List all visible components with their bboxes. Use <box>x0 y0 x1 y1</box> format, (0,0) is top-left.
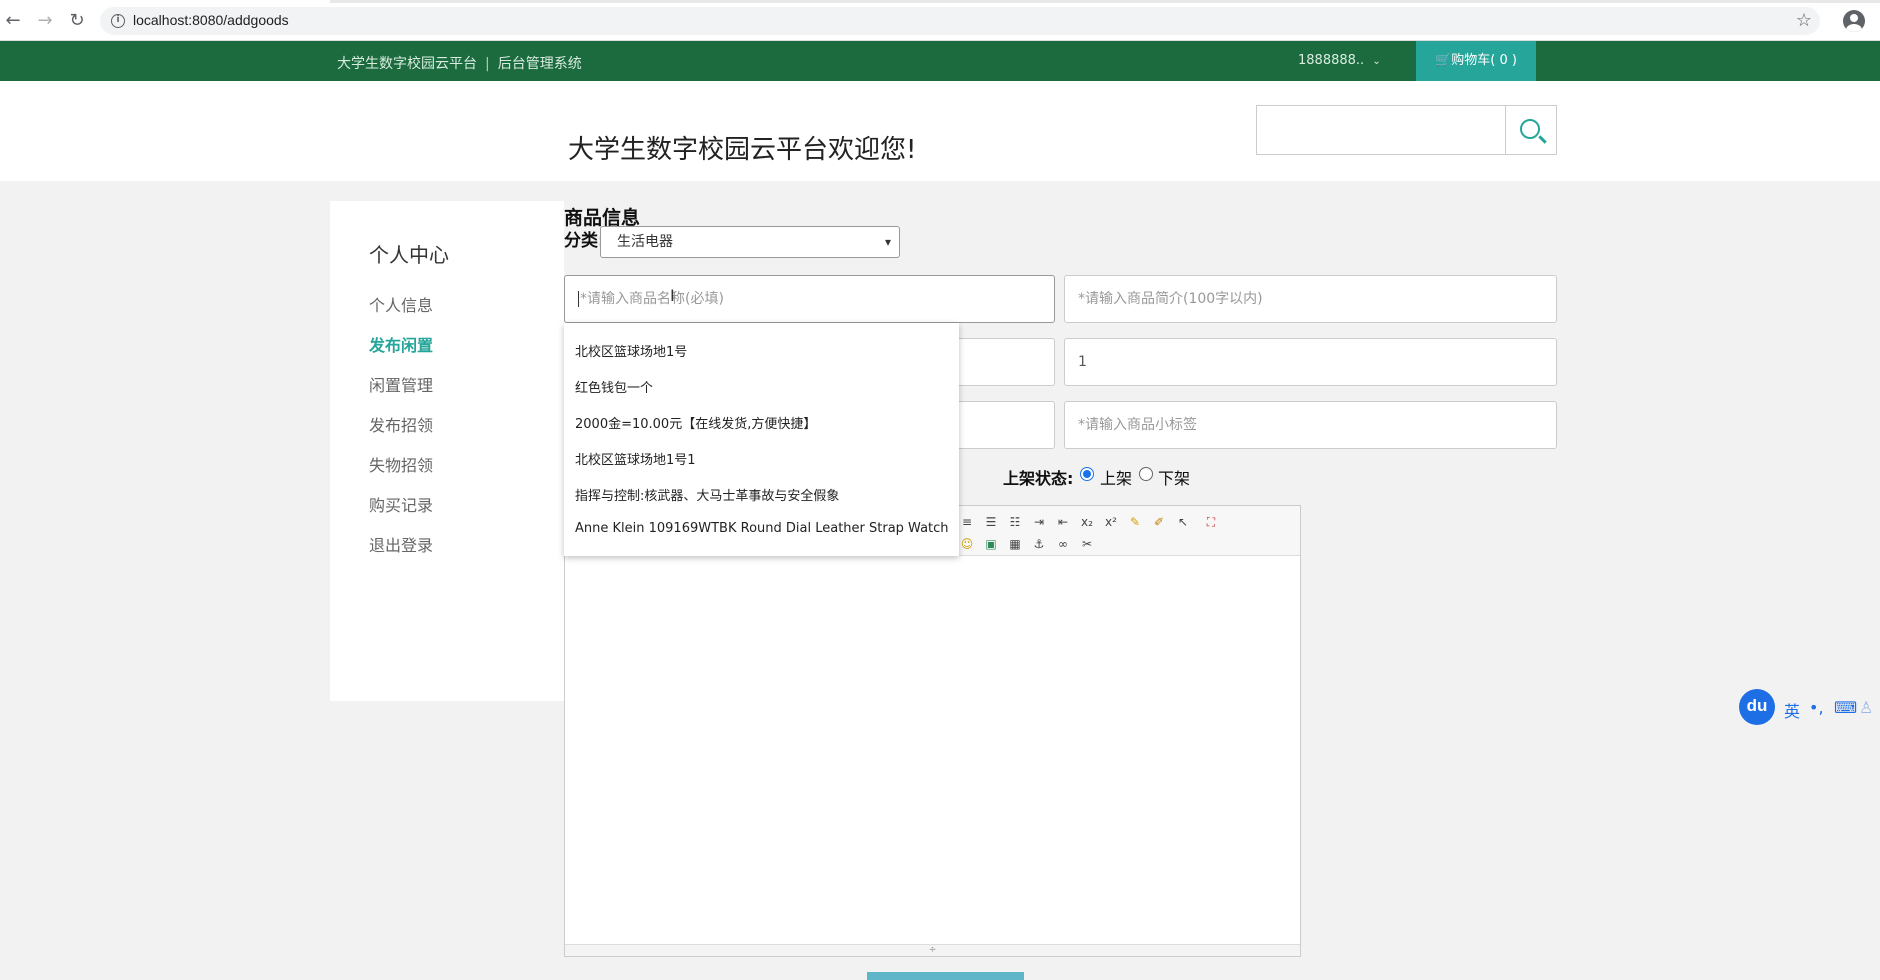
image-icon[interactable]: ▣ <box>983 536 999 552</box>
punctuation-icon[interactable]: •, <box>1809 698 1824 717</box>
search-icon <box>1520 119 1540 139</box>
cart-button[interactable]: 🛒购物车( 0 ) <box>1416 41 1536 81</box>
anchor-icon[interactable]: ⚓ <box>1031 536 1047 552</box>
brand-separator: | <box>485 56 490 72</box>
sidebar-title: 个人中心 <box>369 243 449 267</box>
goods-quantity-value: 1 <box>1078 354 1087 370</box>
indent-icon[interactable]: ⇥ <box>1031 514 1047 530</box>
autocomplete-option[interactable]: 2000金=10.00元【在线发货,方便快捷】 <box>575 413 816 432</box>
superscript-icon[interactable]: x² <box>1103 514 1119 530</box>
autocomplete-option[interactable]: Anne Klein 109169WTBK Round Dial Leather… <box>575 521 949 536</box>
category-select[interactable]: 生活电器 ▾ <box>600 226 900 258</box>
address-bar[interactable]: i localhost:8080/addgoods ☆ <box>100 7 1820 35</box>
autocomplete-option[interactable]: 北校区篮球场地1号1 <box>575 449 696 468</box>
autocomplete-option[interactable]: 北校区篮球场地1号 <box>575 341 687 360</box>
editor-resize-bar[interactable]: ÷ <box>565 944 1300 956</box>
top-nav-bar: 大学生数字校园云平台 | 后台管理系统 1888888.. ⌄ 🛒购物车( 0 ) <box>0 41 1880 81</box>
emoticon-icon[interactable]: ☺ <box>959 536 975 552</box>
category-label: 分类: <box>564 231 605 251</box>
sidebar-item-profile[interactable]: 个人信息 <box>369 292 433 316</box>
justify-icon[interactable]: ≡ <box>959 514 975 530</box>
reload-icon[interactable]: ↻ <box>64 8 90 34</box>
select-all-icon[interactable]: ↖ <box>1175 514 1191 530</box>
sidebar-item-lost-found[interactable]: 失物招领 <box>369 452 433 476</box>
category-value: 生活电器 <box>617 234 673 250</box>
search-button[interactable] <box>1505 105 1557 155</box>
rich-text-editor[interactable]: ≡ ☰ ☷ ⇥ ⇤ x₂ x² ✎ ✐ ↖ ⛶ ☺ ▣ ▦ ⚓ ∞ ✂ ÷ <box>564 505 1301 957</box>
welcome-title: 大学生数字校园云平台欢迎您! <box>568 135 917 165</box>
user-name: 1888888.. <box>1298 53 1365 68</box>
autocomplete-option[interactable]: 红色钱包一个 <box>575 377 653 396</box>
address-url[interactable]: localhost:8080/addgoods <box>133 12 289 28</box>
sidebar-item-logout[interactable]: 退出登录 <box>369 532 433 556</box>
back-arrow-icon[interactable]: ← <box>0 8 26 34</box>
goods-intro-placeholder: *请输入商品简介(100字以内) <box>1078 291 1263 307</box>
outdent-icon[interactable]: ⇤ <box>1055 514 1071 530</box>
submit-button[interactable] <box>867 972 1024 980</box>
admin-system-link[interactable]: 后台管理系统 <box>498 56 582 72</box>
site-header: 大学生数字校园云平台欢迎您! <box>0 81 1880 181</box>
profile-icon[interactable] <box>1843 10 1865 32</box>
status-off-radio[interactable] <box>1139 467 1153 481</box>
chevron-down-icon: ▾ <box>884 235 891 249</box>
status-label: 上架状态: <box>1003 469 1074 488</box>
fullscreen-icon[interactable]: ⛶ <box>1203 514 1219 530</box>
star-icon[interactable]: ☆ <box>1796 10 1812 31</box>
subscript-icon[interactable]: x₂ <box>1079 514 1095 530</box>
ime-lang-toggle[interactable]: 英 <box>1784 698 1800 722</box>
status-on-radio[interactable] <box>1080 467 1094 481</box>
status-off-label[interactable]: 下架 <box>1158 465 1190 489</box>
top-brand: 大学生数字校园云平台 | 后台管理系统 <box>337 53 582 73</box>
user-icon[interactable]: ♙ <box>1859 698 1873 717</box>
text-cursor-icon: I <box>670 286 675 305</box>
autocomplete-dropdown: 北校区篮球场地1号 红色钱包一个 2000金=10.00元【在线发货,方便快捷】… <box>564 323 959 556</box>
ordered-list-icon[interactable]: ☰ <box>983 514 999 530</box>
sidebar-item-publish-idle[interactable]: 发布闲置 <box>369 332 433 356</box>
sidebar-item-publish-found[interactable]: 发布招领 <box>369 412 433 436</box>
table-icon[interactable]: ▦ <box>1007 536 1023 552</box>
text-caret <box>578 291 579 307</box>
browser-chrome: ← → ↻ i localhost:8080/addgoods ☆ <box>0 0 1880 41</box>
cart-icon: 🛒 <box>1435 53 1452 68</box>
goods-tag-placeholder: *请输入商品小标签 <box>1078 417 1197 433</box>
forward-arrow-icon[interactable]: → <box>32 8 58 34</box>
info-icon[interactable]: i <box>111 14 125 28</box>
brand-name-link[interactable]: 大学生数字校园云平台 <box>337 56 477 72</box>
ime-toolbar: du 英 •, ⌨ ♙ <box>1739 688 1880 726</box>
sidebar-item-idle-manage[interactable]: 闲置管理 <box>369 372 433 396</box>
unlink-icon[interactable]: ✂ <box>1079 536 1095 552</box>
clear-format-icon[interactable]: ✎ <box>1127 514 1143 530</box>
keyboard-icon[interactable]: ⌨ <box>1834 698 1857 717</box>
goods-quantity-field[interactable]: 1 <box>1064 338 1557 386</box>
user-menu[interactable]: 1888888.. ⌄ <box>1298 53 1381 68</box>
tab-strip-edge <box>330 0 1880 3</box>
paste-word-icon[interactable]: ✐ <box>1151 514 1167 530</box>
unordered-list-icon[interactable]: ☷ <box>1007 514 1023 530</box>
sidebar: 个人中心 个人信息 发布闲置 闲置管理 发布招领 失物招领 购买记录 退出登录 <box>330 201 564 701</box>
search-icon-handle <box>1538 135 1547 144</box>
autocomplete-option[interactable]: 指挥与控制:核武器、大马士革事故与安全假象 <box>575 485 839 504</box>
goods-name-placeholder: *请输入商品名称(必填) <box>580 291 724 307</box>
goods-intro-field[interactable]: *请输入商品简介(100字以内) <box>1064 275 1557 323</box>
sidebar-item-purchase-history[interactable]: 购买记录 <box>369 492 433 516</box>
goods-tag-field[interactable]: *请输入商品小标签 <box>1064 401 1557 449</box>
chevron-down-icon: ⌄ <box>1372 56 1381 67</box>
cart-label: 购物车( 0 ) <box>1451 53 1517 68</box>
status-on-label[interactable]: 上架 <box>1100 465 1132 489</box>
link-icon[interactable]: ∞ <box>1055 536 1071 552</box>
baidu-ime-logo[interactable]: du <box>1739 689 1775 725</box>
search-input[interactable] <box>1256 105 1506 155</box>
goods-name-field[interactable]: *请输入商品名称(必填) <box>564 275 1055 323</box>
